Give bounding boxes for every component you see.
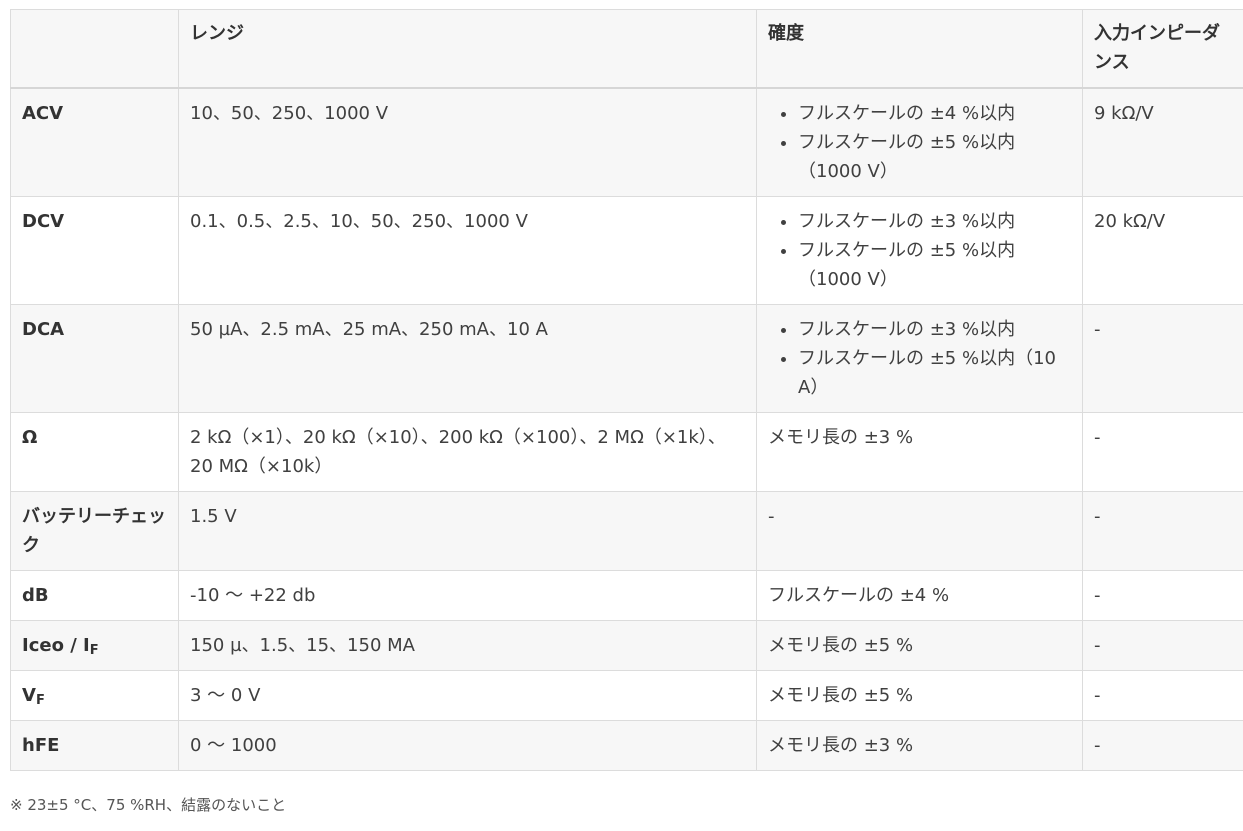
accuracy-item: フルスケールの ±5 %以内（1000 V） <box>798 128 1071 186</box>
accuracy-cell: フルスケールの ±4 %以内 フルスケールの ±5 %以内（1000 V） <box>756 87 1083 197</box>
table-row: ACV 10、50、250、1000 V フルスケールの ±4 %以内 フルスケ… <box>10 87 1243 197</box>
spec-table: レンジ 確度 入力インピーダンス ACV 10、50、250、1000 V フル… <box>10 9 1243 771</box>
range-cell: 50 µA、2.5 mA、25 mA、250 mA、10 A <box>178 304 757 413</box>
impedance-cell: - <box>1082 670 1243 721</box>
range-cell: 0.1、0.5、2.5、10、50、250、1000 V <box>178 196 757 305</box>
footnote: ※ 23±5 °C、75 %RH、結露のないこと <box>10 796 287 814</box>
accuracy-cell: フルスケールの ±3 %以内 フルスケールの ±5 %以内（1000 V） <box>756 196 1083 305</box>
header-impedance: 入力インピーダンス <box>1082 9 1243 89</box>
range-cell: 2 kΩ（×1）、20 kΩ（×10）、200 kΩ（×100）、2 MΩ（×1… <box>178 412 757 492</box>
accuracy-item: フルスケールの ±5 %以内（1000 V） <box>798 236 1071 294</box>
row-label: ACV <box>10 87 179 197</box>
accuracy-cell: メモリ長の ±3 % <box>756 720 1083 771</box>
table-header-row: レンジ 確度 入力インピーダンス <box>10 9 1243 89</box>
accuracy-list: フルスケールの ±3 %以内 フルスケールの ±5 %以内（10 A） <box>768 315 1071 402</box>
row-label: dB <box>10 570 179 621</box>
accuracy-item: フルスケールの ±4 %以内 <box>798 99 1071 128</box>
row-label-subscript: F <box>89 643 99 658</box>
impedance-cell: - <box>1082 620 1243 671</box>
table-row: VF 3 〜 0 V メモリ長の ±5 % - <box>10 670 1243 721</box>
range-cell: 0 〜 1000 <box>178 720 757 771</box>
accuracy-list: フルスケールの ±3 %以内 フルスケールの ±5 %以内（1000 V） <box>768 207 1071 294</box>
impedance-cell: - <box>1082 720 1243 771</box>
row-label: DCA <box>10 304 179 413</box>
accuracy-cell: メモリ長の ±5 % <box>756 620 1083 671</box>
accuracy-item: フルスケールの ±5 %以内（10 A） <box>798 344 1071 402</box>
row-label: DCV <box>10 196 179 305</box>
range-cell: 10、50、250、1000 V <box>178 87 757 197</box>
row-label: VF <box>10 670 179 721</box>
impedance-cell: - <box>1082 570 1243 621</box>
row-label: hFE <box>10 720 179 771</box>
accuracy-item: フルスケールの ±3 %以内 <box>798 315 1071 344</box>
impedance-cell: - <box>1082 304 1243 413</box>
accuracy-cell: - <box>756 491 1083 571</box>
range-cell: 1.5 V <box>178 491 757 571</box>
row-label: Ω <box>10 412 179 492</box>
header-range: レンジ <box>178 9 757 89</box>
accuracy-cell: フルスケールの ±3 %以内 フルスケールの ±5 %以内（10 A） <box>756 304 1083 413</box>
table-row: DCV 0.1、0.5、2.5、10、50、250、1000 V フルスケールの… <box>10 196 1243 305</box>
table-row: Iceo / IF 150 µ、1.5、15、150 MA メモリ長の ±5 %… <box>10 620 1243 671</box>
row-label-main: Iceo / I <box>22 635 90 656</box>
impedance-cell: - <box>1082 491 1243 571</box>
accuracy-cell: フルスケールの ±4 % <box>756 570 1083 621</box>
table-row: DCA 50 µA、2.5 mA、25 mA、250 mA、10 A フルスケー… <box>10 304 1243 413</box>
row-label-main: V <box>22 685 36 706</box>
impedance-cell: - <box>1082 412 1243 492</box>
impedance-cell: 9 kΩ/V <box>1082 87 1243 197</box>
range-cell: 3 〜 0 V <box>178 670 757 721</box>
header-empty <box>10 9 179 89</box>
accuracy-cell: メモリ長の ±5 % <box>756 670 1083 721</box>
header-accuracy: 確度 <box>756 9 1083 89</box>
accuracy-cell: メモリ長の ±3 % <box>756 412 1083 492</box>
range-cell: 150 µ、1.5、15、150 MA <box>178 620 757 671</box>
table-row: dB -10 〜 +22 db フルスケールの ±4 % - <box>10 570 1243 621</box>
row-label: Iceo / IF <box>10 620 179 671</box>
row-label-subscript: F <box>35 693 45 708</box>
accuracy-list: フルスケールの ±4 %以内 フルスケールの ±5 %以内（1000 V） <box>768 99 1071 186</box>
impedance-cell: 20 kΩ/V <box>1082 196 1243 305</box>
accuracy-item: フルスケールの ±3 %以内 <box>798 207 1071 236</box>
table-row: hFE 0 〜 1000 メモリ長の ±3 % - <box>10 720 1243 771</box>
row-label: バッテリーチェック <box>10 491 179 571</box>
table-row: バッテリーチェック 1.5 V - - <box>10 491 1243 571</box>
range-cell: -10 〜 +22 db <box>178 570 757 621</box>
table-row: Ω 2 kΩ（×1）、20 kΩ（×10）、200 kΩ（×100）、2 MΩ（… <box>10 412 1243 492</box>
